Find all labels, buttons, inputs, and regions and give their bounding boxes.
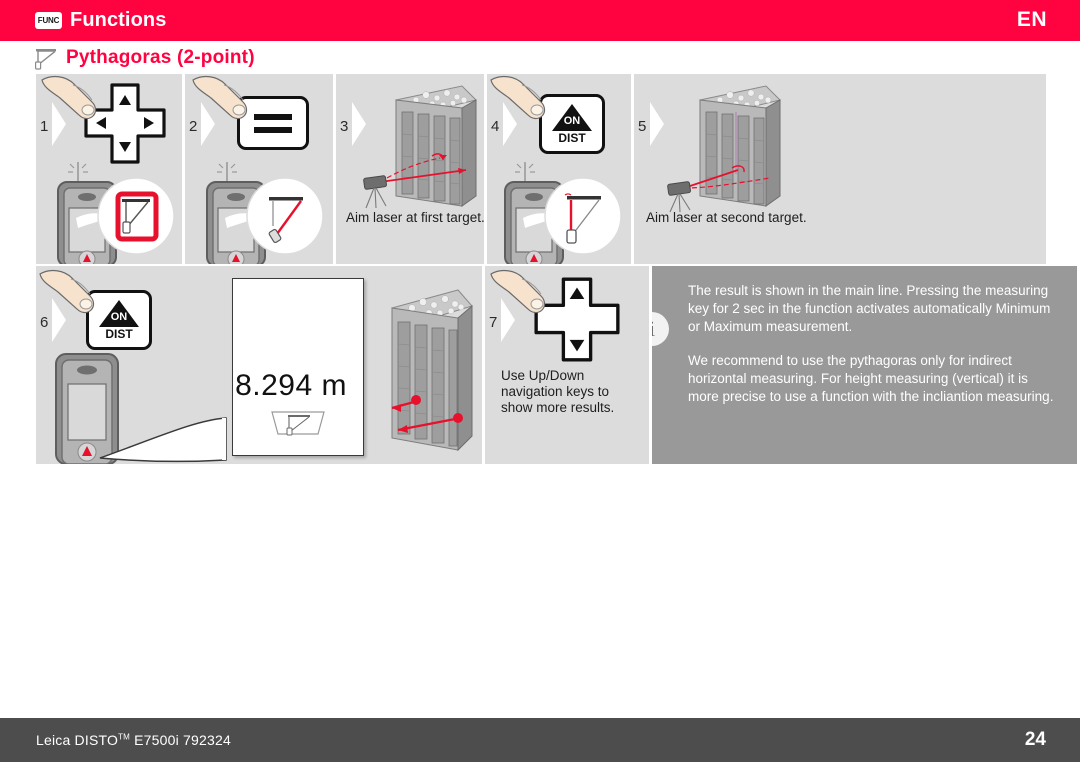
trademark-symbol: TM bbox=[118, 732, 131, 742]
manual-page: FUNC Functions EN Pythagoras (2-point) 1 bbox=[0, 0, 1080, 762]
step-panel-6: 6 ON DIST 8.294 m bbox=[36, 266, 485, 464]
func-key-icon: FUNC bbox=[35, 12, 62, 29]
language-code: EN bbox=[1016, 8, 1047, 31]
step-caption: Use Up/Down navigation keys to show more… bbox=[501, 368, 615, 415]
equals-bar-bottom bbox=[254, 126, 292, 133]
dist-label: DIST bbox=[558, 131, 586, 145]
device-illustration bbox=[42, 158, 182, 264]
on-label: ON bbox=[110, 311, 128, 323]
dist-label: DIST bbox=[105, 327, 133, 341]
step-row-top: 1 2 3 Aim laser at first target. 4 ON DI… bbox=[36, 74, 1046, 264]
step-panel-4: 4 ON DIST bbox=[487, 74, 634, 264]
page-header: FUNC Functions EN bbox=[0, 0, 1080, 41]
info-paragraph-1: The result is shown in the main line. Pr… bbox=[688, 283, 1051, 335]
building-target-illustration bbox=[344, 78, 484, 218]
info-paragraph-2: We recommend to use the pythagoras only … bbox=[688, 352, 1054, 405]
product-model: E7500i 792324 bbox=[134, 732, 231, 748]
hand-pointer-icon bbox=[191, 74, 257, 126]
hand-pointer-icon bbox=[38, 268, 104, 320]
equals-bar-top bbox=[254, 113, 292, 120]
step-chevron-icon bbox=[650, 102, 664, 146]
page-footer: Leica DISTOTM E7500i 792324 24 bbox=[0, 718, 1080, 762]
product-info: Leica DISTOTM E7500i 792324 bbox=[36, 732, 231, 748]
info-panel: i The result is shown in the main line. … bbox=[652, 266, 1077, 464]
result-display: 8.294 m bbox=[232, 278, 364, 456]
info-text: The result is shown in the main line. Pr… bbox=[688, 282, 1061, 406]
measurement-value: 8.294 m bbox=[235, 369, 347, 402]
step-chevron-icon bbox=[352, 102, 366, 146]
step-panel-1: 1 bbox=[36, 74, 185, 264]
pythagoras-icon bbox=[34, 46, 60, 70]
step-panel-5: 5 Aim laser at second target. bbox=[634, 74, 1046, 264]
building-result-illustration bbox=[354, 278, 482, 458]
building-target-illustration bbox=[644, 78, 794, 218]
step-caption: Aim laser at first target. bbox=[346, 210, 485, 225]
step-panel-7: 7 Use Up/Down navigation keys to show mo… bbox=[485, 266, 652, 464]
step-panel-3: 3 Aim laser at first target. bbox=[336, 74, 487, 264]
section-subtitle: Pythagoras (2-point) bbox=[0, 41, 1080, 74]
step-caption: Aim laser at second target. bbox=[646, 210, 807, 225]
step-panel-2: 2 bbox=[185, 74, 336, 264]
hand-pointer-icon bbox=[40, 74, 106, 126]
page-number: 24 bbox=[1024, 729, 1046, 750]
product-name: Leica DISTO bbox=[36, 732, 119, 748]
step-number: 5 bbox=[638, 118, 647, 135]
page-title: Functions bbox=[70, 9, 167, 31]
speech-bubble-tail bbox=[99, 417, 227, 463]
dist-triangle-icon: ON bbox=[99, 300, 139, 327]
step-number: 3 bbox=[340, 118, 349, 135]
hand-pointer-icon bbox=[489, 74, 555, 126]
step-row-bottom: 6 ON DIST 8.294 m 7 Use Up/Down navigati… bbox=[36, 266, 1077, 464]
device-illustration bbox=[191, 158, 333, 264]
on-label: ON bbox=[563, 115, 581, 127]
info-icon: i bbox=[652, 312, 669, 346]
pythagoras-icon bbox=[266, 408, 330, 443]
device-illustration bbox=[489, 158, 631, 264]
subtitle-label: Pythagoras (2-point) bbox=[66, 46, 255, 68]
hand-pointer-icon bbox=[489, 268, 555, 320]
dist-triangle-icon: ON bbox=[552, 104, 592, 131]
